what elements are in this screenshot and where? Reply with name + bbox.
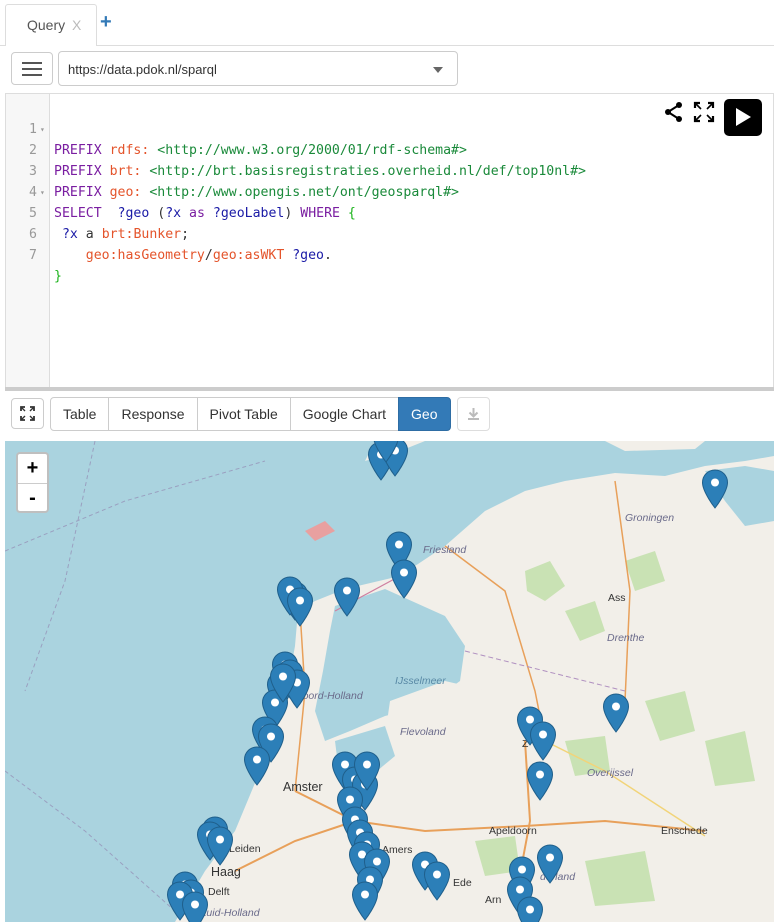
expand-results-button[interactable] xyxy=(11,398,44,429)
expand-icon xyxy=(20,406,35,421)
map-marker-icon[interactable] xyxy=(516,896,544,922)
map-label-drenthe: Drenthe xyxy=(607,632,645,644)
plugin-geo-button[interactable]: Geo xyxy=(398,397,451,431)
play-icon xyxy=(736,108,751,126)
code-line: 1 ▾ PREFIX rdfs: <http://www.w3.org/2000/… xyxy=(6,98,774,158)
map-marker-icon[interactable] xyxy=(243,746,271,786)
map-marker-icon[interactable] xyxy=(526,761,554,801)
map-marker-icon[interactable] xyxy=(536,844,564,884)
map-marker-icon[interactable] xyxy=(372,441,400,463)
download-icon xyxy=(468,408,479,420)
line-number: 7 xyxy=(29,248,37,263)
map-marker-icon[interactable] xyxy=(181,891,209,922)
plugin-table-button[interactable]: Table xyxy=(50,397,110,431)
variable: ?geo xyxy=(292,248,324,263)
map-label-groningen: Groningen xyxy=(625,512,675,524)
map-marker-icon[interactable] xyxy=(602,693,630,733)
map-label-apeldoorn: Apeldoorn xyxy=(489,825,537,837)
code-line: 5 ?x a brt:Bunker; xyxy=(6,182,774,242)
share-icon[interactable] xyxy=(663,101,685,128)
map-marker-icon[interactable] xyxy=(206,826,234,866)
map-label-overijssel: Overijssel xyxy=(587,767,634,779)
punctuation: / xyxy=(204,248,213,263)
download-button[interactable] xyxy=(457,397,490,431)
zoom-out-button[interactable]: - xyxy=(18,484,47,512)
map-view[interactable]: Groningen Friesland Ass Drenthe IJsselme… xyxy=(5,441,774,922)
endpoint-select[interactable]: https://data.pdok.nl/sparql xyxy=(58,51,458,86)
map-marker-icon[interactable] xyxy=(351,881,379,921)
map-label-flevoland: Flevoland xyxy=(400,726,446,738)
code-line: 6 geo:hasGeometry/geo:asWKT ?geo. xyxy=(6,203,774,263)
result-plugin-tabs: Table Response Pivot Table Google Chart … xyxy=(50,397,451,431)
plugin-pivot-table-button[interactable]: Pivot Table xyxy=(196,397,291,431)
code-line: 7 } xyxy=(6,224,774,284)
run-query-button[interactable] xyxy=(724,99,762,136)
fullscreen-icon[interactable] xyxy=(693,101,715,128)
map-marker-icon[interactable] xyxy=(286,587,314,627)
brace: } xyxy=(54,269,62,284)
map-label-ijsselmeer: IJsselmeer xyxy=(395,675,446,687)
add-tab-button[interactable]: + xyxy=(100,12,112,32)
tab-label: Query xyxy=(27,17,66,33)
menu-button[interactable] xyxy=(11,52,53,85)
zoom-control: + - xyxy=(16,452,49,513)
map-label-den-haag: Haag xyxy=(211,865,241,879)
map-label-enschede: Enschede xyxy=(661,825,708,837)
plugin-response-button[interactable]: Response xyxy=(108,397,198,431)
tab-bar: Query X + xyxy=(0,0,774,46)
query-editor[interactable]: 1 ▾ PREFIX rdfs: <http://www.w3.org/2000/… xyxy=(5,93,774,388)
editor-resize-handle[interactable] xyxy=(5,387,774,391)
map-label-ede: Ede xyxy=(453,877,472,889)
map-marker-icon[interactable] xyxy=(529,721,557,761)
property: geo:hasGeometry xyxy=(85,248,205,263)
map-marker-icon[interactable] xyxy=(390,559,418,599)
property: geo:asWKT xyxy=(212,248,285,263)
map-label-amsterdam: Amster xyxy=(283,780,323,794)
map-label-friesland: Friesland xyxy=(423,544,467,556)
punctuation: . xyxy=(324,248,332,263)
map-marker-icon[interactable] xyxy=(353,751,381,791)
chevron-down-icon xyxy=(433,67,443,73)
map-marker-icon[interactable] xyxy=(333,577,361,617)
code-line: 2 PREFIX brt: <http://brt.basisregistrat… xyxy=(6,119,774,179)
code-line: 3 PREFIX geo: <http://www.opengis.net/on… xyxy=(6,140,774,200)
plugin-google-chart-button[interactable]: Google Chart xyxy=(289,397,400,431)
tab-close-button[interactable]: X xyxy=(72,17,81,33)
map-label-assen: Ass xyxy=(608,592,626,604)
tab-query[interactable]: Query X xyxy=(5,4,97,46)
map-label-delft: Delft xyxy=(208,886,230,898)
map-marker-icon[interactable] xyxy=(269,663,297,703)
map-marker-icon[interactable] xyxy=(701,469,729,509)
code-line: 4 ▾ SELECT ?geo (?x as ?geoLabel) WHERE { xyxy=(6,161,774,221)
endpoint-value: https://data.pdok.nl/sparql xyxy=(68,62,217,77)
map-marker-icon[interactable] xyxy=(423,861,451,901)
zoom-in-button[interactable]: + xyxy=(18,454,47,482)
map-label-arnhem: Arn xyxy=(485,894,502,906)
